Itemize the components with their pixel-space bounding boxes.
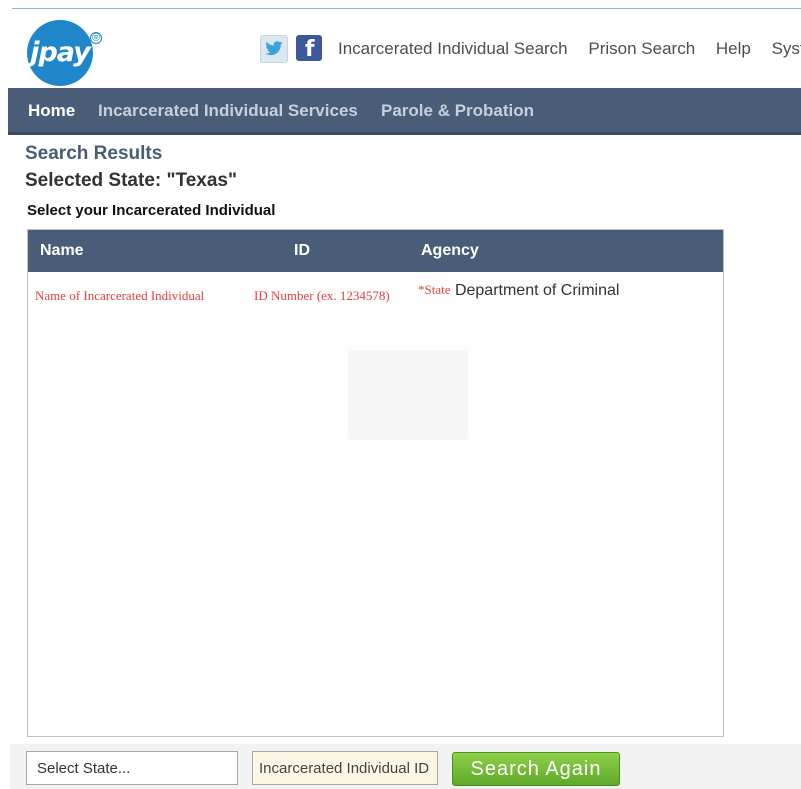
facebook-icon[interactable]: f [296, 35, 322, 62]
column-agency: Agency [421, 242, 479, 259]
page-title: Search Results [25, 143, 163, 164]
selected-state: Selected State: "Texas" [25, 170, 237, 191]
logo-text: jpay [30, 36, 91, 68]
link-prison-search[interactable]: Prison Search [588, 39, 695, 58]
agency-hint: *State Department of Criminal [418, 282, 619, 300]
link-help[interactable]: Help [716, 39, 751, 58]
link-incarcerated-individual-search[interactable]: Incarcerated Individual Search [338, 39, 568, 58]
loading-placeholder [348, 350, 468, 440]
top-links: Incarcerated Individual Search Prison Se… [338, 39, 801, 59]
agency-text: Department of Criminal [454, 282, 620, 299]
nav-incarcerated-individual-services[interactable]: Incarcerated Individual Services [98, 101, 358, 121]
nav-parole-probation[interactable]: Parole & Probation [381, 101, 534, 121]
column-id: ID [294, 242, 310, 259]
id-hint: ID Number (ex. 1234578) [254, 288, 390, 303]
state-select[interactable]: Select State... [26, 751, 238, 785]
results-table: Name ID Agency Name of Incarcerated Indi… [27, 229, 724, 737]
twitter-icon[interactable] [260, 35, 288, 63]
top-divider [12, 8, 801, 9]
jpay-logo[interactable]: jpay [27, 20, 93, 86]
table-header: Name ID Agency [28, 230, 723, 272]
incarcerated-individual-id-input[interactable] [252, 751, 438, 785]
nav-home[interactable]: Home [28, 101, 75, 121]
main-nav: Home Incarcerated Individual Services Pa… [8, 88, 801, 135]
agency-required-prefix: *State [418, 282, 451, 297]
link-system[interactable]: Syst [772, 39, 801, 58]
search-again-button[interactable]: Search Again [452, 752, 620, 786]
name-hint: Name of Incarcerated Individual [35, 288, 205, 303]
column-name: Name [40, 242, 84, 259]
facebook-glyph: f [305, 37, 315, 62]
registered-mark: ® [90, 32, 102, 44]
instruction-text: Select your Incarcerated Individual [27, 202, 276, 219]
